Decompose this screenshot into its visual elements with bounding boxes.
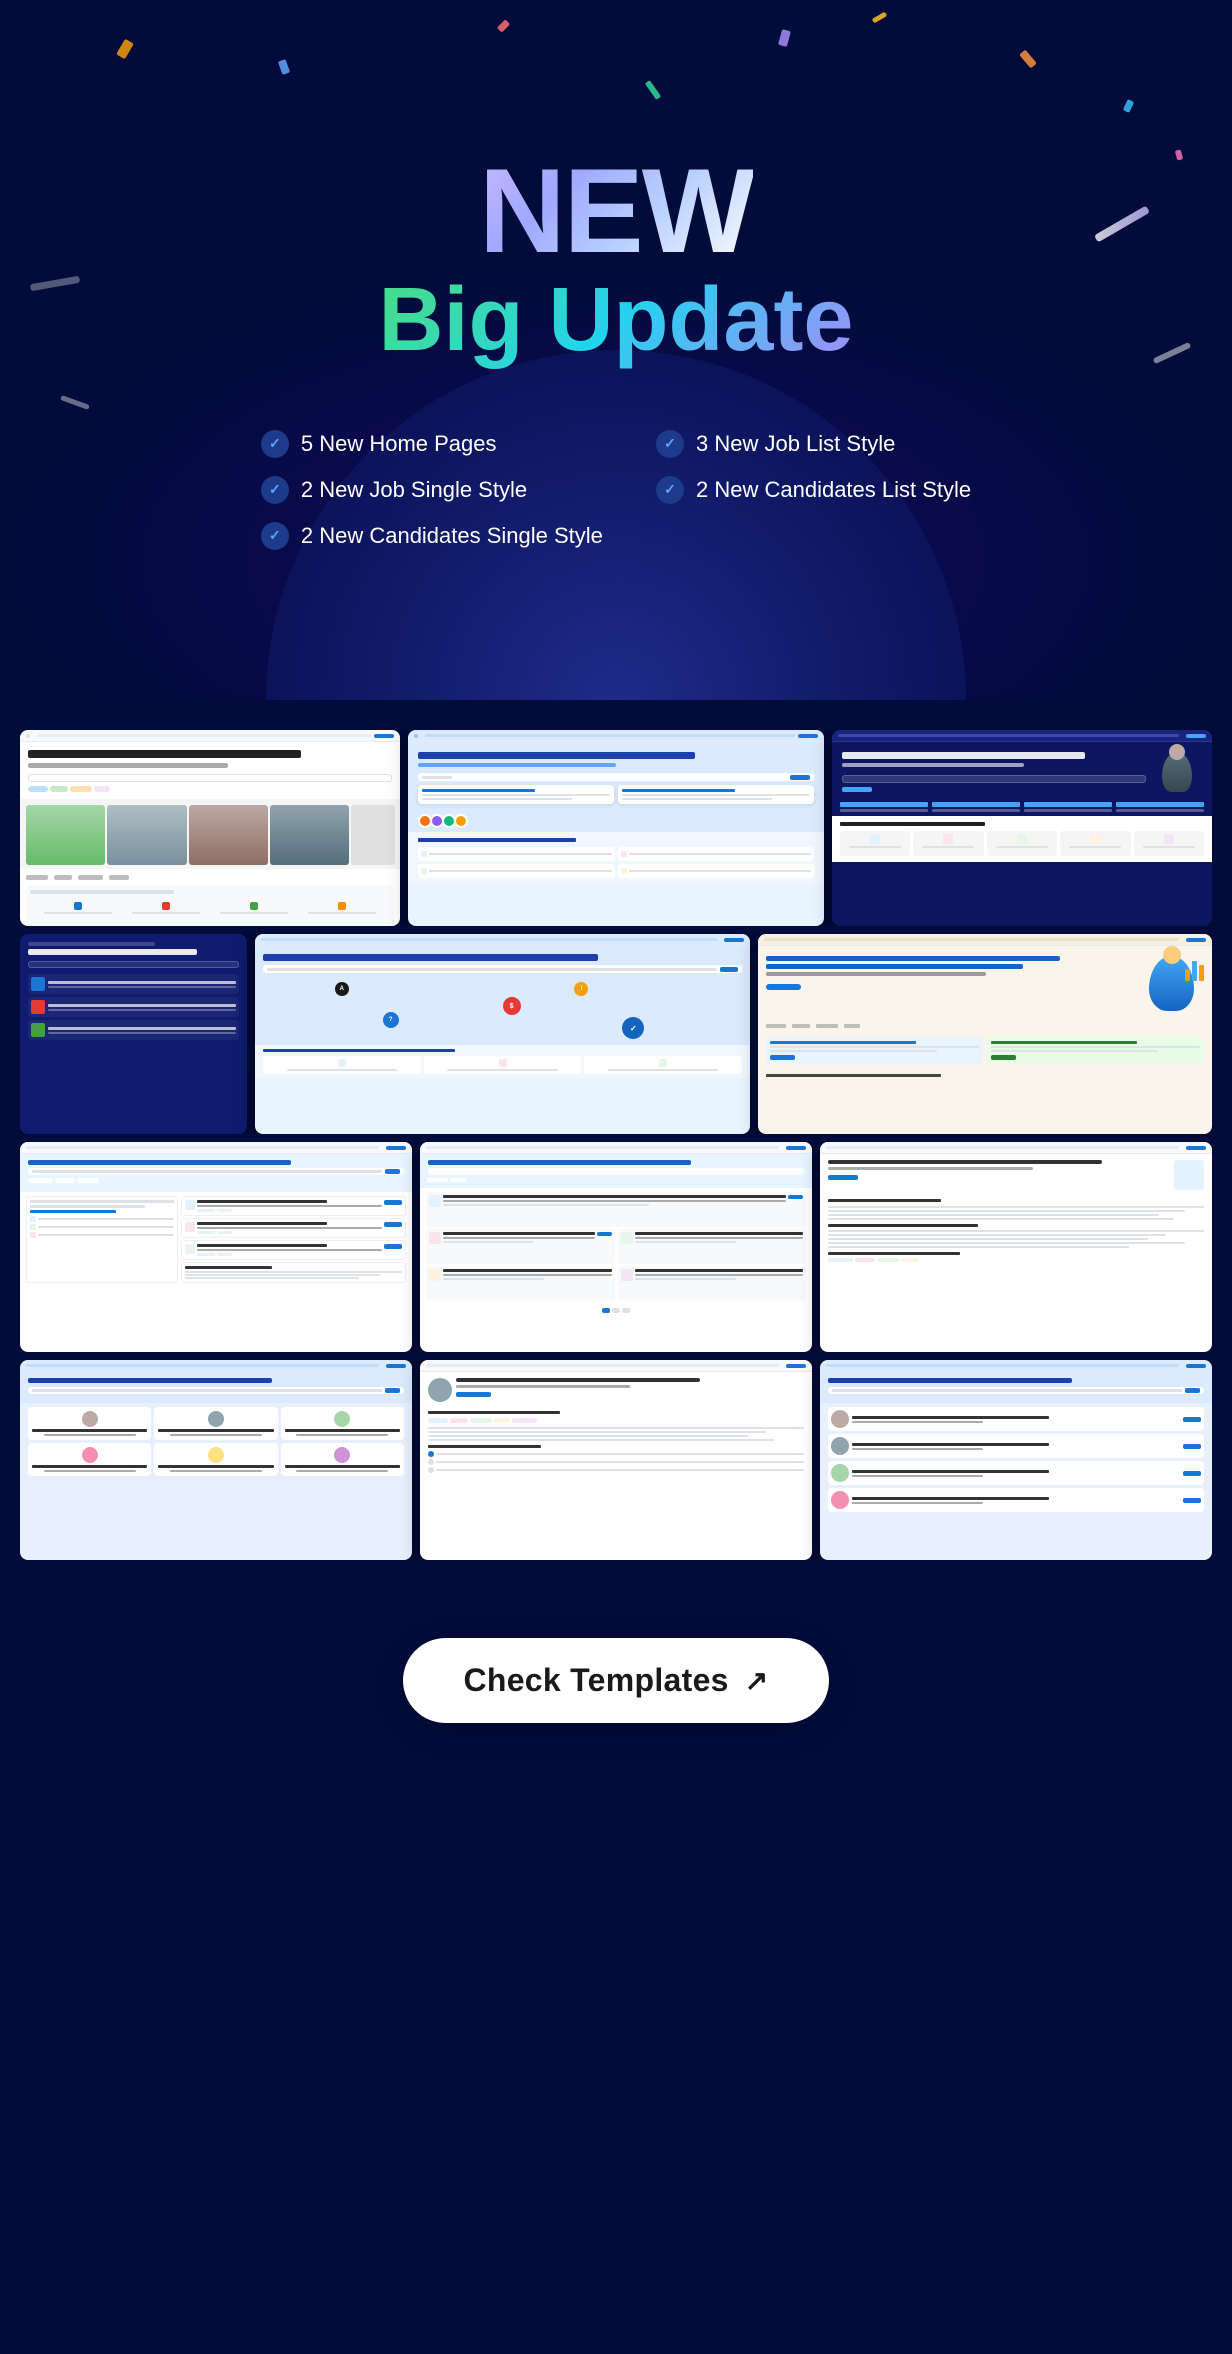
screenshots-row-2: A $ ! ? ✓ [20, 934, 1212, 1134]
confetti-7 [1123, 99, 1134, 113]
screenshots-row-1 [20, 730, 1212, 926]
screenshot-r3c3 [820, 1142, 1212, 1352]
deco-slash-4 [30, 276, 80, 292]
feature-check-1 [261, 430, 289, 458]
deco-slash-3 [60, 395, 90, 410]
mock-dot [26, 734, 30, 738]
check-templates-button[interactable]: Check Templates ↗ [403, 1638, 828, 1723]
screenshots-row-4 [20, 1360, 1212, 1560]
mock-nav-r4c2 [420, 1360, 812, 1372]
r1c1-heading [28, 750, 301, 758]
screenshot-r3c1 [20, 1142, 412, 1352]
mock-nav-r2c3 [758, 934, 1212, 946]
feature-item-4: 2 New Candidates List Style [656, 476, 971, 504]
confetti-3 [497, 19, 510, 32]
screenshots-row-3 [20, 1142, 1212, 1352]
feature-label-1: 5 New Home Pages [301, 431, 497, 457]
r1c1-search [28, 774, 392, 782]
mock-nav-r2c2 [255, 934, 750, 946]
deco-slash-1 [1094, 206, 1150, 243]
screenshot-r1c2 [408, 730, 823, 926]
mock-nav-r3c2 [420, 1142, 812, 1154]
features-list: 5 New Home Pages 3 New Job List Style 2 … [261, 430, 971, 550]
feature-check-4 [656, 476, 684, 504]
feature-item-1: 5 New Home Pages [261, 430, 576, 458]
confetti-2 [278, 59, 290, 75]
mock-nav-r3c3 [820, 1142, 1212, 1154]
mock-nav-r1c2 [408, 730, 823, 742]
screenshot-r4c2 [420, 1360, 812, 1560]
screenshot-r4c3 [820, 1360, 1212, 1560]
feature-label-3: 2 New Job Single Style [301, 477, 527, 503]
confetti-5 [778, 29, 791, 47]
confetti-8 [1175, 149, 1183, 160]
feature-item-2: 3 New Job List Style [656, 430, 971, 458]
confetti-4 [645, 80, 661, 100]
cta-section: Check Templates ↗ [0, 1598, 1232, 1783]
confetti-1 [116, 39, 134, 60]
mock-nav-r4c3 [820, 1360, 1212, 1372]
feature-label-4: 2 New Candidates List Style [696, 477, 971, 503]
feature-label-2: 3 New Job List Style [696, 431, 895, 457]
hero-section: NEW Big Update 5 New Home Pages 3 New Jo… [0, 0, 1232, 700]
cta-arrow-icon: ↗ [745, 1664, 769, 1697]
screenshots-section: A $ ! ? ✓ [0, 700, 1232, 1598]
feature-item-3: 2 New Job Single Style [261, 476, 576, 504]
feature-label-5: 2 New Candidates Single Style [301, 523, 603, 549]
screenshot-r4c1 [20, 1360, 412, 1560]
screenshot-r1c1 [20, 730, 400, 926]
screenshot-r1c3 [832, 730, 1212, 926]
mock-nav-r1c3 [832, 730, 1212, 742]
screenshot-r2c2: A $ ! ? ✓ [255, 934, 750, 1134]
feature-item-5: 2 New Candidates Single Style [261, 522, 971, 550]
mock-nav-r3c1 [20, 1142, 412, 1154]
deco-slash-2 [1153, 342, 1192, 364]
r1c1-logos [26, 875, 394, 880]
mock-nav-r4c1 [20, 1360, 412, 1372]
confetti-6 [1019, 50, 1037, 69]
feature-check-3 [261, 476, 289, 504]
feature-check-2 [656, 430, 684, 458]
hero-title-big-update: Big Update [378, 271, 853, 370]
screenshot-r2c3 [758, 934, 1212, 1134]
feature-check-5 [261, 522, 289, 550]
screenshot-r2c1 [20, 934, 247, 1134]
confetti-9 [872, 12, 887, 24]
r1c1-tags [28, 786, 392, 792]
mock-nav-r1c1 [20, 730, 400, 742]
hero-title-new: NEW [479, 151, 753, 271]
screenshot-r3c2 [420, 1142, 812, 1352]
cta-label: Check Templates [463, 1662, 728, 1699]
r1c1-cats [36, 897, 384, 919]
